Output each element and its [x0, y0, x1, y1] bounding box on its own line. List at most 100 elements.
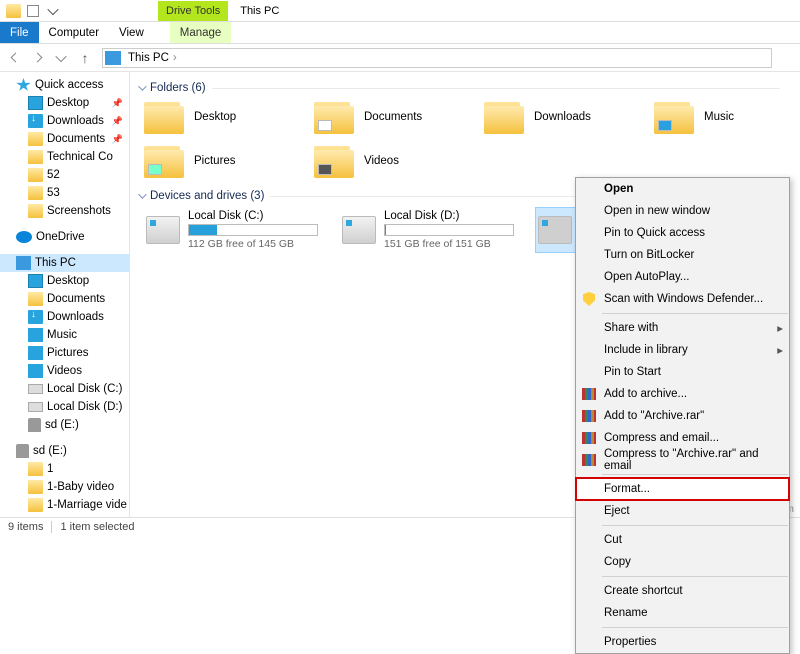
submenu-arrow-icon: ▸ [777, 343, 783, 357]
folder-videos[interactable]: Videos [314, 144, 484, 178]
ctx-pin-start[interactable]: Pin to Start [576, 361, 789, 383]
sidebar-label: sd (E:) [33, 445, 67, 457]
sidebar-screenshots[interactable]: Screenshots [0, 202, 129, 220]
ctx-label: Rename [604, 607, 647, 619]
folder-label: Downloads [534, 111, 591, 123]
sidebar-baby[interactable]: 1-Baby video [0, 478, 129, 496]
app-icon[interactable] [4, 2, 22, 20]
address-bar-row: ↑ This PC › [0, 44, 800, 72]
qat-properties-icon[interactable] [24, 2, 42, 20]
folder-documents[interactable]: Documents [314, 100, 484, 134]
sidebar-sd-e[interactable]: sd (E:) [0, 416, 129, 434]
ctx-pin-quick-access[interactable]: Pin to Quick access [576, 222, 789, 244]
folder-icon [484, 100, 524, 134]
sidebar-downloads-2[interactable]: Downloads [0, 308, 129, 326]
star-icon [16, 78, 31, 92]
sidebar-desktop[interactable]: Desktop📌 [0, 94, 129, 112]
ctx-separator [602, 474, 788, 475]
folder-desktop[interactable]: Desktop [144, 100, 314, 134]
ctx-label: Cut [604, 534, 622, 546]
ctx-bitlocker[interactable]: Turn on BitLocker [576, 244, 789, 266]
folder-label: Pictures [194, 155, 236, 167]
pin-icon: 📌 [112, 134, 123, 145]
breadcrumb-separator-icon[interactable]: › [173, 52, 177, 64]
ctx-rename[interactable]: Rename [576, 602, 789, 624]
tab-manage[interactable]: Manage [170, 22, 232, 43]
sidebar-1[interactable]: 1 [0, 460, 129, 478]
tab-view[interactable]: View [109, 22, 154, 43]
desktop-icon [28, 274, 43, 288]
sidebar-downloads[interactable]: Downloads📌 [0, 112, 129, 130]
sidebar-desktop-2[interactable]: Desktop [0, 272, 129, 290]
address-bar[interactable]: This PC › [102, 48, 772, 68]
folder-icon [28, 498, 43, 512]
ctx-label: Share with [604, 322, 658, 334]
sidebar-53[interactable]: 53 [0, 184, 129, 202]
ctx-label: Scan with Windows Defender... [604, 293, 763, 305]
ctx-label: Eject [604, 505, 630, 517]
sidebar-disk-c[interactable]: Local Disk (C:) [0, 380, 129, 398]
ctx-autoplay[interactable]: Open AutoPlay... [576, 266, 789, 288]
sd-icon [28, 418, 41, 432]
ctx-open[interactable]: Open [576, 178, 789, 200]
download-icon [28, 310, 43, 324]
sidebar-documents[interactable]: Documents📌 [0, 130, 129, 148]
ctx-label: Add to "Archive.rar" [604, 410, 704, 422]
ctx-open-new-window[interactable]: Open in new window [576, 200, 789, 222]
sidebar-this-pc[interactable]: This PC [0, 254, 129, 272]
folder-music[interactable]: Music [654, 100, 800, 134]
ctx-compress[interactable]: Compress and email... [576, 427, 789, 449]
sidebar-marriage[interactable]: 1-Marriage vide [0, 496, 129, 514]
sidebar-label: Videos [47, 365, 82, 377]
ctx-compress-rar[interactable]: Compress to "Archive.rar" and email [576, 449, 789, 471]
ctx-cut[interactable]: Cut [576, 529, 789, 551]
tab-computer[interactable]: Computer [39, 22, 110, 43]
folder-pictures[interactable]: Pictures [144, 144, 314, 178]
drive-c[interactable]: Local Disk (C:) 112 GB free of 145 GB [144, 208, 334, 252]
breadcrumb-this-pc[interactable]: This PC [125, 52, 172, 64]
navigation-pane: Quick access Desktop📌 Downloads📌 Documen… [0, 72, 130, 517]
pin-icon: 📌 [112, 116, 123, 127]
ctx-add-rar[interactable]: Add to "Archive.rar" [576, 405, 789, 427]
folder-label: Desktop [194, 111, 236, 123]
nav-back-button[interactable] [4, 47, 26, 69]
sidebar-label: 53 [47, 187, 60, 199]
sidebar-sd-e-root[interactable]: sd (E:) [0, 442, 129, 460]
nav-up-button[interactable]: ↑ [74, 47, 96, 69]
sidebar-videos[interactable]: Videos [0, 362, 129, 380]
nav-forward-button[interactable] [26, 47, 48, 69]
nav-history-dropdown[interactable] [50, 47, 72, 69]
download-icon [28, 114, 43, 128]
ctx-include-library[interactable]: Include in library ▸ [576, 339, 789, 361]
ctx-copy[interactable]: Copy [576, 551, 789, 573]
drive-d[interactable]: Local Disk (D:) 151 GB free of 151 GB [340, 208, 530, 252]
ctx-defender[interactable]: Scan with Windows Defender... [576, 288, 789, 310]
sidebar-onedrive[interactable]: OneDrive [0, 228, 129, 246]
ctx-share-with[interactable]: Share with▸ [576, 317, 789, 339]
qat-dropdown-icon[interactable] [44, 2, 62, 20]
archive-icon [581, 452, 597, 468]
pin-icon: 📌 [112, 98, 123, 109]
sidebar-pictures[interactable]: Pictures [0, 344, 129, 362]
ctx-create-shortcut[interactable]: Create shortcut [576, 580, 789, 602]
sidebar-label: Documents [47, 293, 105, 305]
sidebar-documents-2[interactable]: Documents [0, 290, 129, 308]
sidebar-quick-access[interactable]: Quick access [0, 76, 129, 94]
sidebar-52[interactable]: 52 [0, 166, 129, 184]
ctx-label: Copy [604, 556, 631, 568]
ctx-format[interactable]: Format... [576, 478, 789, 500]
ctx-separator [602, 313, 788, 314]
tab-file[interactable]: File [0, 22, 39, 43]
sidebar-technical[interactable]: Technical Co [0, 148, 129, 166]
folder-downloads[interactable]: Downloads [484, 100, 654, 134]
folder-label: Music [704, 111, 734, 123]
ctx-eject[interactable]: Eject [576, 500, 789, 522]
desktop-icon [28, 96, 43, 110]
disk-icon [28, 402, 43, 412]
ctx-properties[interactable]: Properties [576, 631, 789, 653]
ctx-add-archive[interactable]: Add to archive... [576, 383, 789, 405]
sidebar-disk-d[interactable]: Local Disk (D:) [0, 398, 129, 416]
ctx-label: Include in library [604, 344, 688, 356]
group-folders-header[interactable]: Folders (6) [138, 82, 800, 94]
sidebar-music[interactable]: Music [0, 326, 129, 344]
